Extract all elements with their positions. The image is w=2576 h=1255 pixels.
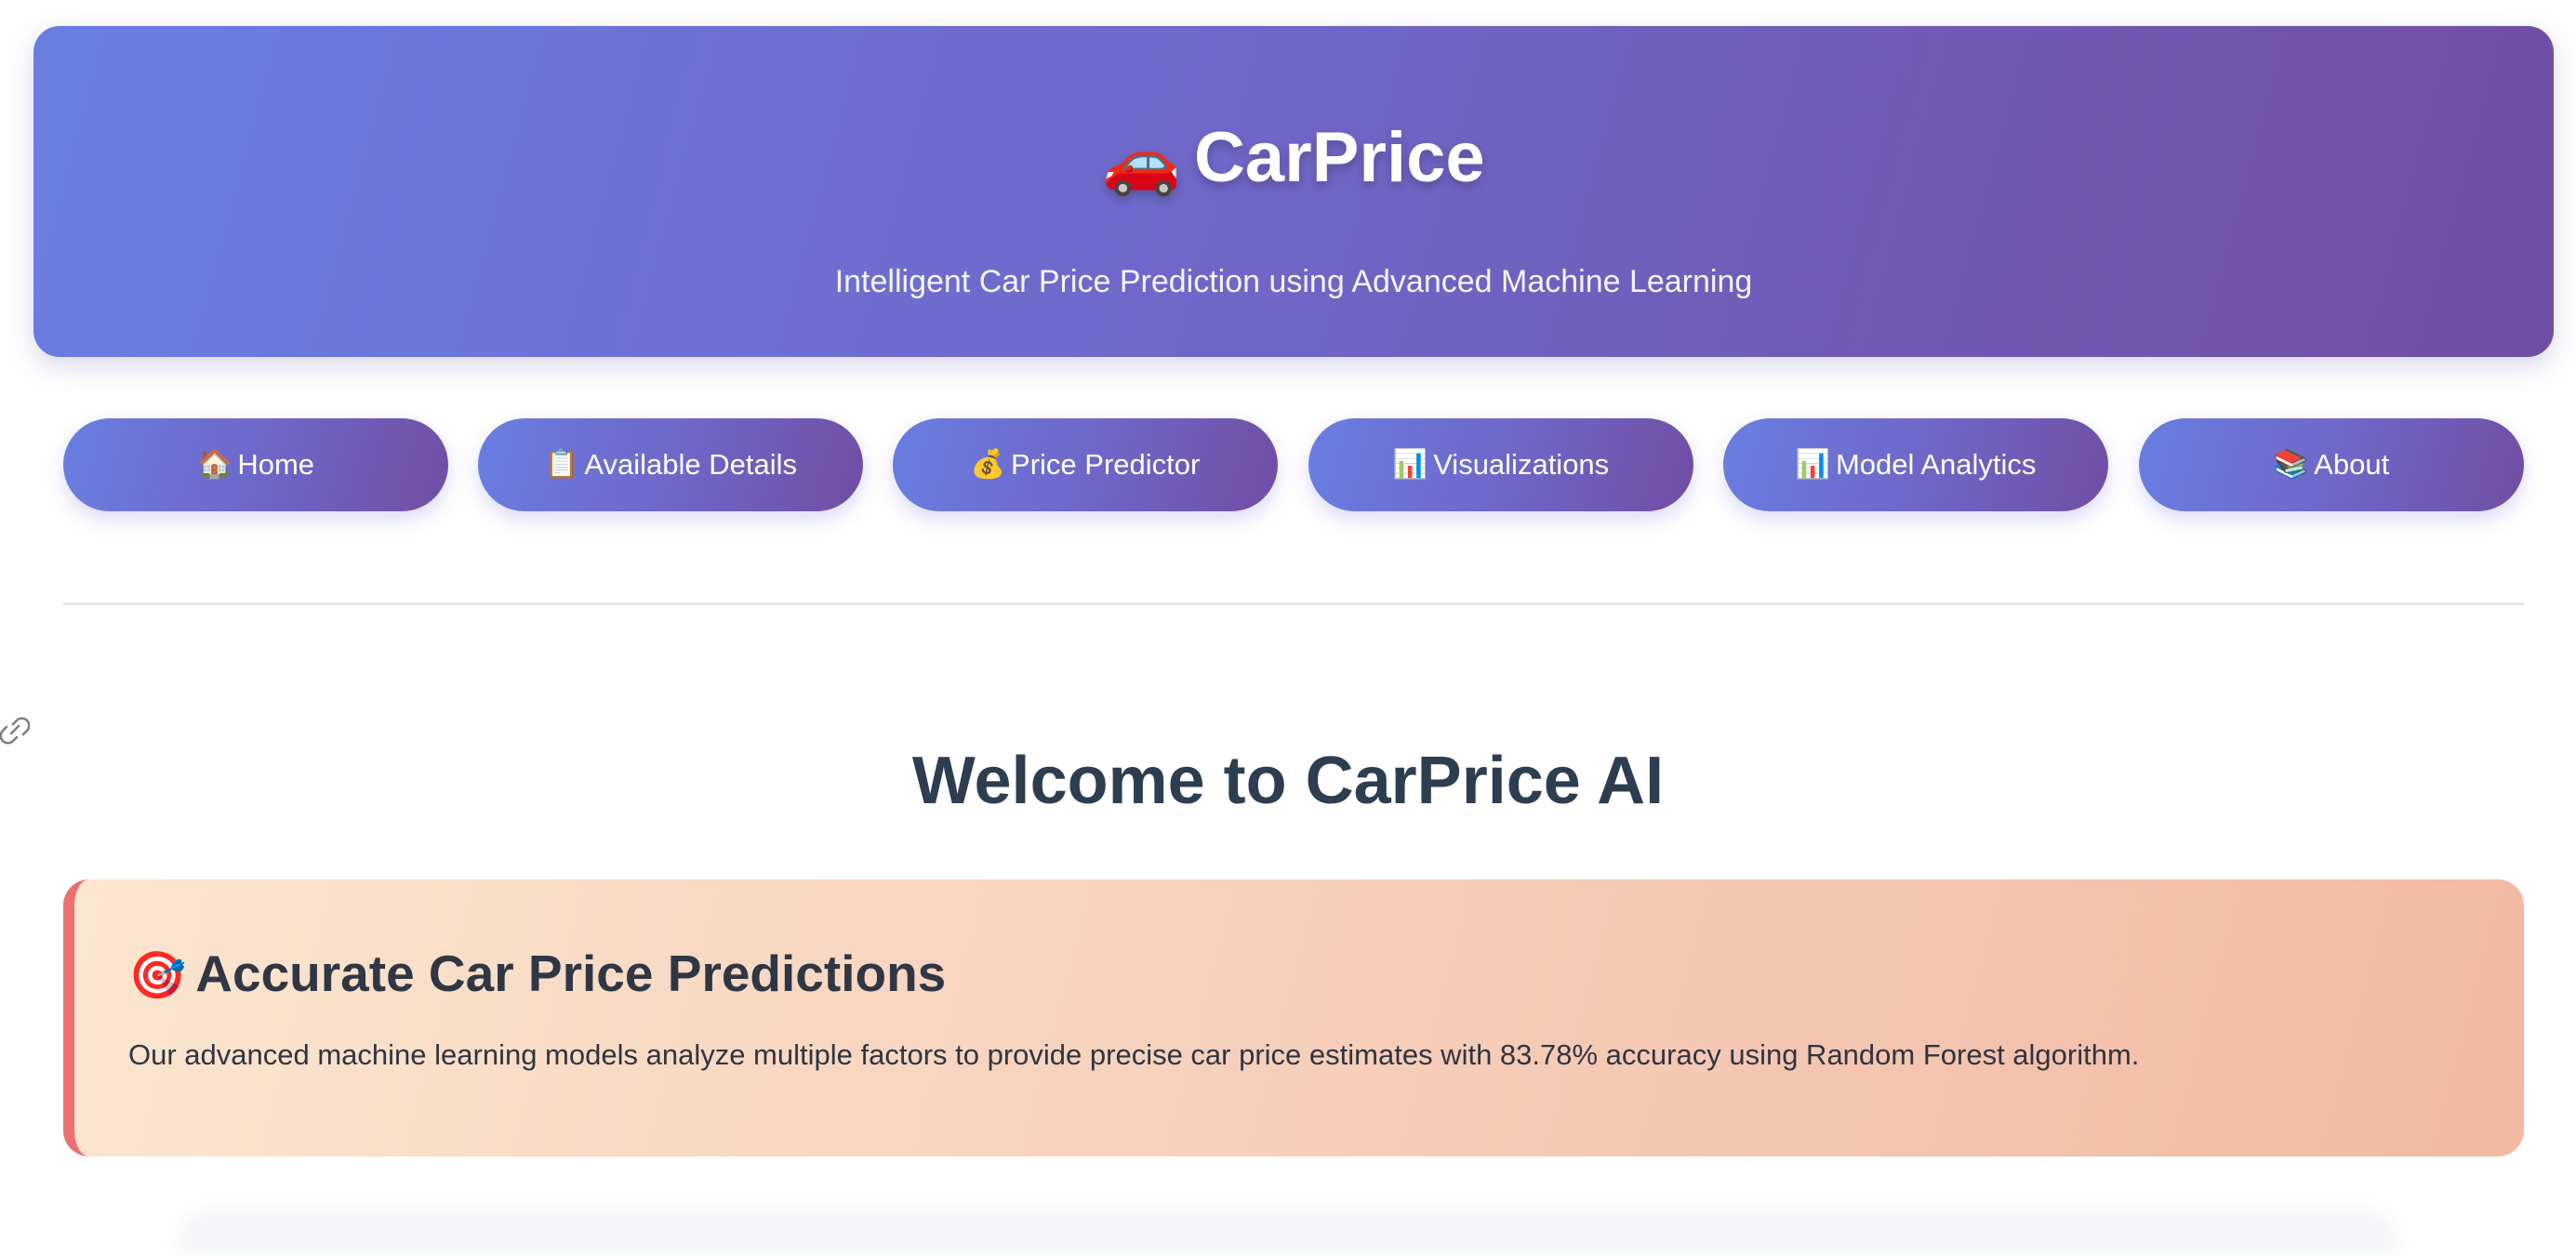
feature-description: Our advanced machine learning models ana… [128,1038,2140,1071]
app-header: 🚗 CarPrice Intelligent Car Price Predicti… [33,26,2554,357]
house-icon: 🏠 [196,449,232,480]
available-details-button-label: Available Details [584,448,797,481]
section-divider [63,602,2524,605]
price-predictor-button[interactable]: 💰 Price Predictor [893,418,1278,511]
app-title: 🚗 CarPrice [33,115,2554,205]
feature-card: 🎯 Accurate Car Price Predictions Our adva… [63,879,2524,1156]
about-button-label: About [2314,448,2390,481]
car-icon: 🚗 [1102,126,1181,197]
books-icon: 📚 [2273,449,2309,480]
main-navigation: 🏠 Home 📋 Available Details 💰 Price Predi… [63,418,2524,511]
app-subtitle: Intelligent Car Price Prediction using A… [834,264,1753,299]
app-title-text: CarPrice [1194,118,1485,197]
visualizations-button-label: Visualizations [1433,448,1610,481]
home-button-label: Home [237,448,315,481]
home-button[interactable]: 🏠 Home [63,418,448,511]
bar-chart-icon: 📊 [1795,449,1830,480]
available-details-button[interactable]: 📋 Available Details [478,418,863,511]
about-button[interactable]: 📚 About [2139,418,2524,511]
model-analytics-button-label: Model Analytics [1835,448,2037,481]
money-bag-icon: 💰 [970,449,1006,480]
model-analytics-button[interactable]: 📊 Model Analytics [1723,418,2108,511]
bar-chart-icon: 📊 [1392,449,1428,480]
target-icon: 🎯 [128,949,187,1001]
feature-title-text: Accurate Car Price Predictions [195,945,947,1002]
next-card-shadow [177,1209,2399,1255]
feature-title: 🎯 Accurate Car Price Predictions [128,941,946,1008]
welcome-title: Welcome to CarPrice AI [911,744,1665,819]
price-predictor-button-label: Price Predictor [1011,448,1201,481]
clipboard-icon: 📋 [544,449,579,480]
visualizations-button[interactable]: 📊 Visualizations [1308,418,1693,511]
